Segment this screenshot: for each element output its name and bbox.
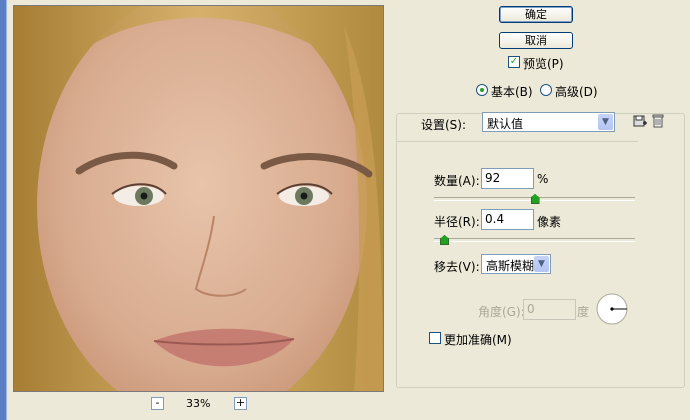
angle-field: 0	[523, 299, 576, 320]
window-edge	[0, 0, 7, 420]
advanced-radio[interactable]	[540, 84, 552, 96]
radius-label: 半径(R):	[434, 215, 480, 229]
more-accurate-checkbox[interactable]	[429, 332, 441, 344]
amount-field[interactable]: 92	[481, 168, 534, 189]
settings-divider	[397, 141, 638, 142]
radius-field[interactable]: 0.4	[481, 209, 534, 230]
angle-label: 角度(G):	[478, 305, 525, 319]
amount-label: 数量(A):	[434, 174, 480, 188]
radius-slider-track[interactable]	[434, 238, 635, 242]
angle-unit: 度	[577, 305, 590, 319]
remove-value: 高斯模糊	[486, 259, 535, 273]
amount-unit: %	[537, 172, 549, 186]
cancel-button[interactable]: 取消	[499, 32, 573, 49]
settings-select[interactable]: 默认值 ▼	[482, 112, 615, 132]
preview-label: 预览(P)	[523, 57, 564, 71]
chevron-down-icon: ▼	[598, 114, 613, 130]
advanced-label: 高级(D)	[555, 85, 598, 99]
trash-icon[interactable]	[651, 113, 665, 129]
settings-label: 设置(S):	[421, 118, 467, 132]
settings-group	[396, 113, 685, 388]
face-photo	[14, 6, 383, 391]
chevron-down-icon: ▼	[534, 256, 549, 272]
radius-unit: 像素	[537, 215, 562, 229]
ok-button[interactable]: 确定	[499, 6, 573, 23]
remove-select[interactable]: 高斯模糊 ▼	[481, 254, 551, 274]
preview-image[interactable]	[13, 5, 384, 392]
preview-checkbox[interactable]: ✓	[508, 56, 520, 68]
angle-dial	[595, 292, 629, 326]
zoom-out-button[interactable]: -	[151, 397, 164, 410]
basic-label: 基本(B)	[491, 85, 533, 99]
zoom-in-button[interactable]: +	[234, 397, 247, 410]
zoom-level: 33%	[186, 397, 211, 410]
basic-radio[interactable]	[476, 84, 488, 96]
more-accurate-label: 更加准确(M)	[444, 333, 512, 347]
remove-label: 移去(V):	[434, 260, 480, 274]
save-settings-icon[interactable]	[632, 113, 648, 129]
settings-value: 默认值	[487, 117, 524, 131]
